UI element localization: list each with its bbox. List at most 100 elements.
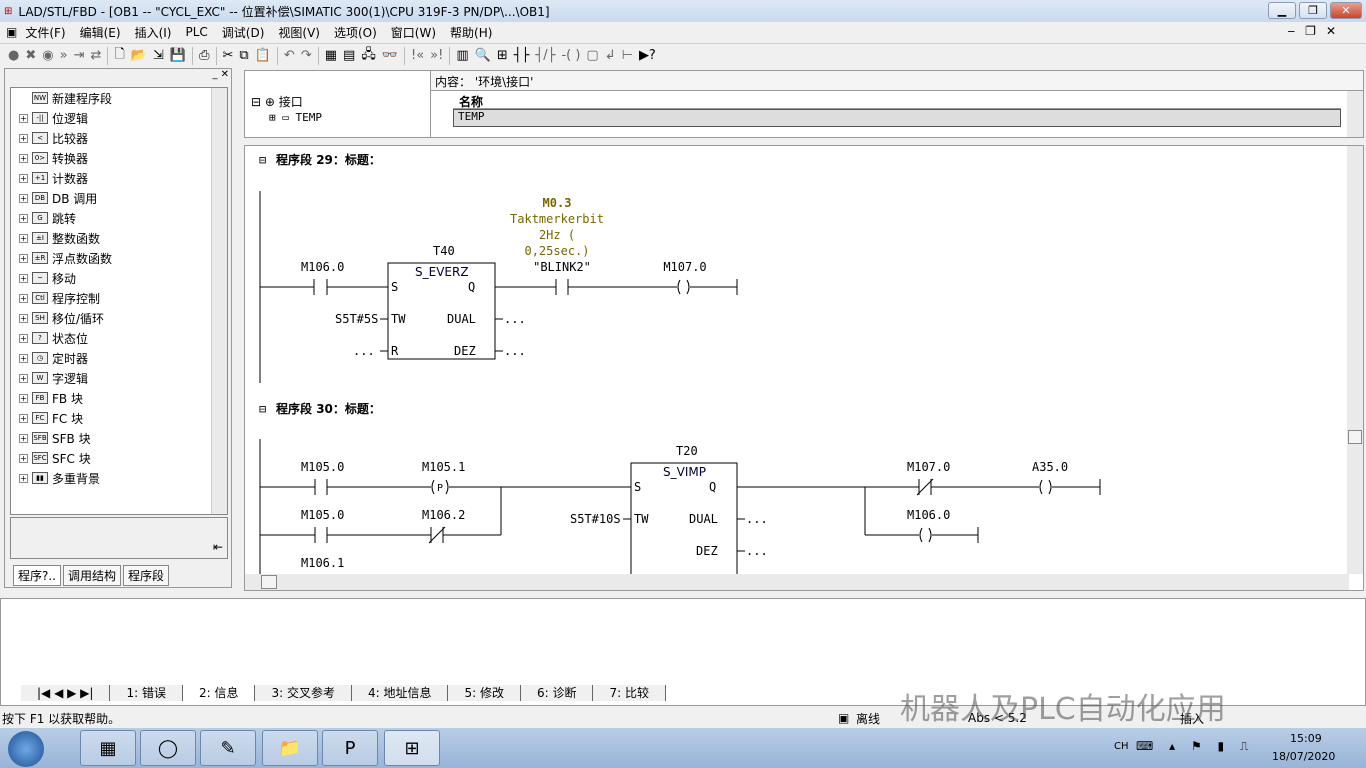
- tree-item[interactable]: + SH 移位/循环: [11, 308, 227, 328]
- tree-item[interactable]: + FB FB 块: [11, 388, 227, 408]
- expand-icon[interactable]: +: [19, 313, 28, 323]
- language-indicator[interactable]: CH: [1114, 741, 1129, 752]
- expand-icon[interactable]: +: [19, 333, 28, 343]
- clock-time[interactable]: 15:09: [1290, 732, 1322, 745]
- mdi-controls[interactable]: ‒❐✕: [1288, 24, 1346, 38]
- tree-item[interactable]: + -|| 位逻辑: [11, 108, 227, 128]
- cut-net-icon[interactable]: ✖: [25, 48, 36, 63]
- cut-icon[interactable]: ✂: [223, 48, 234, 63]
- menu-help[interactable]: 帮助(H): [450, 24, 492, 41]
- tree-item[interactable]: + G 跳转: [11, 208, 227, 228]
- coil-icon[interactable]: -( ): [561, 48, 580, 63]
- menu-options[interactable]: 选项(O): [334, 24, 377, 41]
- expand-icon[interactable]: +: [19, 453, 28, 463]
- expand-icon[interactable]: +: [19, 233, 28, 243]
- powerpoint-icon[interactable]: P: [322, 730, 378, 766]
- print-icon[interactable]: ⎙: [199, 48, 209, 63]
- tree-item[interactable]: NW 新建程序段: [11, 88, 227, 108]
- vscroll-thumb[interactable]: [1348, 430, 1362, 444]
- tray-icons[interactable]: ⌨ ▴ ⚑ ▮ ⎍: [1136, 739, 1254, 754]
- tree-item[interactable]: +0> 转换器: [11, 148, 227, 168]
- tab-cross-ref[interactable]: 3: 交叉参考: [255, 685, 352, 701]
- explorer-icon[interactable]: 📁: [262, 730, 318, 766]
- maximize-button[interactable]: ❐: [1299, 2, 1327, 19]
- tab-program-elements[interactable]: 程序?..: [13, 565, 61, 586]
- tab-network[interactable]: 程序段: [123, 565, 170, 586]
- zoom-icon[interactable]: 🔍: [475, 48, 491, 63]
- panel-icon[interactable]: ▥: [456, 48, 468, 63]
- interface-scrollbar[interactable]: [1347, 91, 1363, 137]
- expand-icon[interactable]: +: [19, 393, 28, 403]
- menu-view[interactable]: 视图(V): [278, 24, 320, 41]
- paste-icon[interactable]: 📋: [255, 48, 271, 63]
- copy-icon[interactable]: ⧉: [239, 48, 248, 63]
- undo-icon[interactable]: ↶: [284, 48, 295, 63]
- tree-item[interactable]: + < 比较器: [11, 128, 227, 148]
- contact-nc-icon[interactable]: ┤/├: [535, 48, 555, 63]
- box-icon[interactable]: ▢: [586, 48, 598, 63]
- menu-file[interactable]: 文件(F): [25, 24, 65, 41]
- editor-hscrollbar[interactable]: [245, 574, 1349, 590]
- minimize-button[interactable]: ▁: [1268, 2, 1296, 19]
- output-nav[interactable]: |◀ ◀ ▶ ▶|: [21, 685, 111, 701]
- tree-item[interactable]: + DB DB 调用: [11, 188, 227, 208]
- tree-scrollbar[interactable]: [211, 88, 227, 514]
- lad-editor-taskbar-icon[interactable]: ⊞: [384, 730, 440, 766]
- tree-item[interactable]: + SFC SFC 块: [11, 448, 227, 468]
- tree-item[interactable]: + FC FC 块: [11, 408, 227, 428]
- tree-item[interactable]: + Ctl 程序控制: [11, 288, 227, 308]
- tree-item[interactable]: + ±R 浮点数函数: [11, 248, 227, 268]
- next-icon[interactable]: »: [60, 48, 68, 63]
- tab-errors[interactable]: 1: 错误: [110, 685, 183, 701]
- insert-icon[interactable]: ⇤: [213, 540, 223, 554]
- redo-icon[interactable]: ↷: [301, 48, 312, 63]
- menu-insert[interactable]: 插入(I): [135, 24, 172, 41]
- tree-item[interactable]: + ±I 整数函数: [11, 228, 227, 248]
- menu-debug[interactable]: 调试(D): [222, 24, 265, 41]
- expand-icon[interactable]: +: [19, 473, 28, 483]
- menu-window[interactable]: 窗口(W): [391, 24, 436, 41]
- contact-no-icon[interactable]: ┤├: [514, 48, 530, 63]
- expand-icon[interactable]: +: [19, 153, 28, 163]
- tree-item[interactable]: + ▮▮ 多重背景: [11, 468, 227, 488]
- hscroll-thumb[interactable]: [261, 575, 277, 589]
- tab-info[interactable]: 2: 信息: [182, 685, 256, 701]
- expand-icon[interactable]: +: [19, 213, 28, 223]
- tree-item[interactable]: + +1 计数器: [11, 168, 227, 188]
- run-icon[interactable]: ⇥: [74, 48, 85, 63]
- interface-row[interactable]: TEMP: [453, 109, 1341, 127]
- browser-icon[interactable]: ◯: [140, 730, 196, 766]
- calculator-icon[interactable]: ▦: [80, 730, 136, 766]
- expand-icon[interactable]: +: [19, 353, 28, 363]
- tree-item[interactable]: + W 字逻辑: [11, 368, 227, 388]
- menu-edit[interactable]: 编辑(E): [80, 24, 121, 41]
- expand-icon[interactable]: +: [19, 273, 28, 283]
- next-error-icon[interactable]: »!: [430, 48, 443, 63]
- prev-error-icon[interactable]: !«: [411, 48, 424, 63]
- expand-icon[interactable]: +: [19, 193, 28, 203]
- tree-item[interactable]: + ~ 移动: [11, 268, 227, 288]
- branch-open-icon[interactable]: ↲: [605, 48, 616, 63]
- call-icon[interactable]: ⇄: [90, 48, 101, 63]
- expand-icon[interactable]: +: [19, 133, 28, 143]
- expand-icon[interactable]: +: [19, 113, 28, 123]
- interface-root[interactable]: ⊟ ⊕ 接口: [251, 93, 303, 110]
- tab-compare[interactable]: 7: 比较: [593, 685, 666, 701]
- open-icon[interactable]: 📂: [131, 48, 147, 63]
- tab-address-info[interactable]: 4: 地址信息: [351, 685, 449, 701]
- expand-icon[interactable]: +: [19, 253, 28, 263]
- simatic-icon[interactable]: ✎: [200, 730, 256, 766]
- new-icon[interactable]: 🗋: [114, 45, 124, 67]
- menu-plc[interactable]: PLC: [185, 25, 207, 39]
- expand-icon[interactable]: +: [19, 293, 28, 303]
- expand-icon[interactable]: +: [19, 373, 28, 383]
- expand-icon[interactable]: +: [19, 173, 28, 183]
- monitor-icon[interactable]: ▦: [325, 48, 337, 63]
- panel-close-icon[interactable]: _ ✕: [212, 69, 229, 80]
- tab-modify[interactable]: 5: 修改: [448, 685, 521, 701]
- tree-item[interactable]: + SFB SFB 块: [11, 428, 227, 448]
- tab-diagnose[interactable]: 6: 诊断: [520, 685, 594, 701]
- step-icon[interactable]: ◉: [42, 48, 53, 63]
- glasses-icon[interactable]: 👓: [382, 48, 398, 63]
- breakpoint-icon[interactable]: ●: [8, 48, 19, 63]
